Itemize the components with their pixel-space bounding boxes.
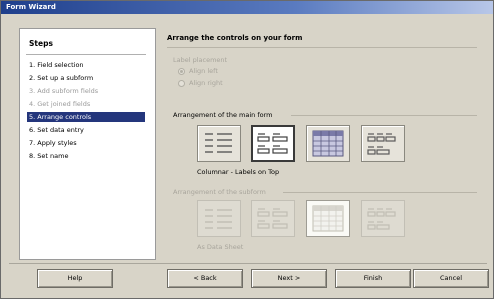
steps-heading: Steps [29, 39, 53, 48]
main-form-layout-caption: Columnar - Labels on Top [197, 168, 280, 176]
step-set-data-entry[interactable]: 6. Set data entry [27, 125, 145, 135]
radio-align-left[interactable]: Align left [178, 67, 218, 75]
step-add-subform-fields: 3. Add subform fields [29, 87, 99, 95]
subform-divider [283, 192, 477, 193]
columnar-left-icon [205, 209, 232, 229]
cancel-button[interactable]: Cancel [413, 269, 489, 288]
subform-layout-caption: As Data Sheet [197, 243, 244, 251]
data-sheet-icon [312, 130, 344, 157]
subform-layout-columnar-labels-left-button [197, 200, 241, 237]
form-wizard-window: Form Wizard Steps 1. Field selection 2. … [0, 0, 494, 299]
in-blocks-icon [367, 208, 396, 230]
data-sheet-icon [312, 205, 344, 232]
steps-panel: Steps 1. Field selection 2. Set up a sub… [19, 28, 156, 260]
layout-as-data-sheet-button[interactable] [306, 125, 350, 162]
back-button[interactable]: < Back [167, 269, 243, 288]
finish-button[interactable]: Finish [335, 269, 411, 288]
layout-columnar-labels-on-top-button[interactable] [251, 125, 295, 162]
columnar-top-icon [257, 208, 288, 229]
step-arrange-controls[interactable]: 5. Arrange controls [27, 112, 145, 122]
layout-columnar-labels-left-button[interactable] [197, 125, 241, 162]
radio-align-right[interactable]: Align right [178, 79, 223, 87]
buttons-divider [9, 263, 487, 264]
radio-dot-icon [178, 79, 185, 87]
title-divider [167, 47, 477, 48]
radio-dot-icon [178, 67, 185, 75]
main-form-divider [291, 115, 477, 116]
step-get-joined-fields: 4. Get joined fields [29, 100, 91, 108]
label-placement-heading: Label placement [173, 56, 228, 64]
step-field-selection[interactable]: 1. Field selection [27, 60, 145, 70]
main-form-arrangement-heading: Arrangement of the main form [173, 111, 273, 119]
radio-align-left-label: Align left [189, 67, 218, 75]
columnar-left-icon [205, 133, 232, 153]
subform-layout-in-blocks-labels-above-button [361, 200, 405, 237]
next-button[interactable]: Next > [251, 269, 327, 288]
help-button[interactable]: Help [37, 269, 113, 288]
in-blocks-icon [367, 133, 396, 155]
title-bar[interactable]: Form Wizard [1, 1, 493, 14]
layout-in-blocks-labels-above-button[interactable] [361, 125, 405, 162]
window-title: Form Wizard [6, 3, 56, 11]
step-set-name[interactable]: 8. Set name [27, 151, 145, 161]
subform-layout-as-data-sheet-button [306, 200, 350, 237]
subform-layout-columnar-labels-on-top-button [251, 200, 295, 237]
step-apply-styles[interactable]: 7. Apply styles [27, 138, 145, 148]
page-title: Arrange the controls on your form [167, 34, 303, 42]
columnar-top-icon [257, 133, 288, 154]
steps-divider [26, 54, 146, 55]
radio-align-right-label: Align right [189, 79, 223, 87]
step-set-up-subform[interactable]: 2. Set up a subform [27, 73, 145, 83]
subform-arrangement-heading: Arrangement of the subform [173, 188, 266, 196]
